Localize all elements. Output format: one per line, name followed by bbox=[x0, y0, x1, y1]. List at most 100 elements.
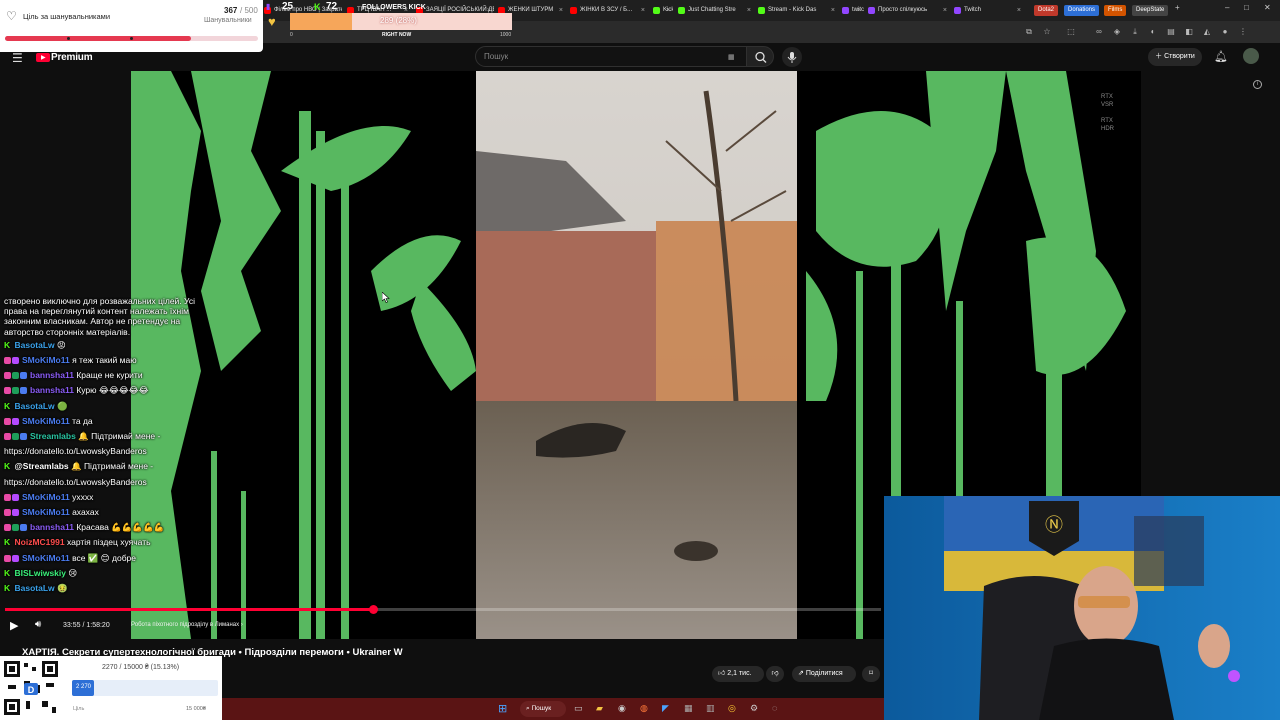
heart-hands-icon: ♡ bbox=[6, 9, 17, 23]
extension-icon-3[interactable]: ◐ bbox=[1148, 27, 1158, 37]
tab-close-icon[interactable]: × bbox=[943, 3, 947, 18]
menu-dots-icon[interactable]: ⋮ bbox=[1238, 27, 1248, 37]
chat-badge-icon bbox=[12, 493, 19, 501]
extension-icon-1[interactable]: ∞ bbox=[1094, 27, 1104, 37]
volume-icon[interactable]: 🔊︎ bbox=[35, 619, 41, 630]
close-icon[interactable]: ✕ bbox=[1264, 3, 1271, 12]
download-icon[interactable]: ⤓ bbox=[1130, 27, 1140, 37]
tab-close-icon[interactable]: × bbox=[831, 3, 835, 18]
search-icon: ⌕ bbox=[526, 705, 530, 712]
maximize-icon[interactable]: □ bbox=[1244, 3, 1249, 12]
chat-text: все ✅ 😊 добре bbox=[72, 552, 137, 563]
profile-icon[interactable]: ● bbox=[1220, 27, 1230, 37]
tab-favicon-icon bbox=[954, 7, 961, 14]
tab-group-chip[interactable]: Dota2 bbox=[1034, 5, 1059, 16]
tab-close-icon[interactable]: × bbox=[747, 3, 751, 18]
bookmark-star-icon[interactable]: ☆ bbox=[1042, 27, 1052, 37]
voice-search-button[interactable] bbox=[782, 47, 802, 67]
browser-tab[interactable]: Twitch × bbox=[952, 3, 1024, 18]
taskview-icon[interactable]: ▭ bbox=[574, 703, 583, 714]
extension-icon-5[interactable]: ◧ bbox=[1184, 27, 1194, 37]
chat-message: SMoKiMo11 я теж такий маю bbox=[4, 355, 137, 366]
browser-tab[interactable]: Kick × bbox=[651, 3, 673, 18]
tab-group-chip[interactable]: Films bbox=[1104, 5, 1127, 16]
taskbar-search[interactable]: ⌕ Пошук bbox=[520, 701, 566, 717]
chat-badge-icon bbox=[12, 433, 19, 440]
keyboard-icon[interactable]: ▦ bbox=[728, 53, 735, 61]
youtube-premium-logo[interactable]: Premium bbox=[51, 52, 93, 63]
chat-message: K BasotaLw 😡 bbox=[4, 340, 66, 351]
browser-tab[interactable]: Just Chatting Stre × bbox=[676, 3, 754, 18]
chat-message: SMoKiMo11 все ✅ 😊 добре bbox=[4, 553, 136, 564]
play-icon[interactable]: ▶ bbox=[10, 619, 18, 632]
start-icon[interactable]: ⊞ bbox=[498, 702, 507, 715]
create-button[interactable]: ＋ Створити bbox=[1148, 48, 1202, 66]
tab-close-icon[interactable]: × bbox=[559, 3, 563, 18]
extension-icon-2[interactable]: ◈ bbox=[1112, 27, 1122, 37]
install-icon[interactable]: ⧉ bbox=[1024, 27, 1034, 37]
file-explorer-icon[interactable]: ▰ bbox=[596, 703, 603, 714]
chapter-title[interactable]: Робота піхотного підрозділу в Лиманах › bbox=[131, 622, 243, 628]
tab-close-icon[interactable]: × bbox=[1017, 3, 1021, 18]
browser-tab[interactable]: ЖІНКИ В ЗСУ / Б... × bbox=[568, 3, 648, 18]
dislike-button[interactable]: 👎︎ bbox=[766, 666, 784, 682]
tab-label: ЖІНКИ В ЗСУ / Б... bbox=[580, 7, 633, 13]
kick-follower-count: 72 bbox=[326, 1, 338, 12]
extensions-icon[interactable]: ⬚ bbox=[1066, 27, 1076, 37]
chat-badge-icon bbox=[20, 372, 27, 380]
goal-tick-1 bbox=[67, 37, 70, 40]
tab-close-icon[interactable]: × bbox=[666, 3, 670, 18]
kick-badge-icon: K bbox=[4, 339, 13, 350]
goal-target: / 500 bbox=[240, 6, 258, 15]
windows-taskbar: ⊞ ⌕ Пошук ▭ ▰ ◉ ◍ ◤ ▦ ▥ ◎ ⚙ ◌ bbox=[222, 698, 884, 720]
chat-message: https://donatello.to/LwowskyBanderos bbox=[4, 446, 147, 457]
donation-qr-code: D bbox=[2, 659, 60, 717]
browser-tab[interactable]: Stream - Kick Das × bbox=[756, 3, 838, 18]
info-icon[interactable]: i bbox=[1253, 80, 1262, 89]
new-tab-button[interactable]: + bbox=[1175, 3, 1180, 12]
tab-group-chip[interactable]: DeepState bbox=[1132, 5, 1169, 16]
browser-tab[interactable]: Просто спілкуюсь × bbox=[866, 3, 950, 18]
avatar[interactable] bbox=[1243, 48, 1259, 64]
tab-favicon-icon bbox=[678, 7, 685, 14]
save-button[interactable]: ⌑ bbox=[862, 666, 880, 682]
firefox-icon[interactable]: ◍ bbox=[640, 703, 648, 714]
obs-icon[interactable]: ◌ bbox=[772, 703, 777, 713]
chat-text: хартія піздец хуячать bbox=[66, 537, 151, 548]
extension-icon-4[interactable]: ▤ bbox=[1166, 27, 1176, 37]
search-input[interactable]: Пошук bbox=[475, 46, 747, 67]
hamburger-menu-icon[interactable]: ☰ bbox=[12, 51, 23, 65]
minimize-icon[interactable]: – bbox=[1225, 3, 1229, 12]
telegram-icon[interactable]: ◤ bbox=[662, 703, 669, 714]
chat-disclaimer-line: авторство сторонніх матеріалів. bbox=[4, 326, 131, 337]
search-button[interactable] bbox=[746, 46, 774, 67]
chat-message: SMoKiMo11 ухххх bbox=[4, 492, 93, 503]
tab-group-chip[interactable]: Donations bbox=[1064, 5, 1100, 16]
tab-label: Stream - Kick Das bbox=[768, 7, 817, 13]
donation-max-label: 15 000₴ bbox=[186, 706, 206, 712]
tab-close-icon[interactable]: × bbox=[857, 3, 861, 18]
search-icon bbox=[755, 51, 767, 63]
chat-badge-icon bbox=[4, 387, 11, 395]
chat-message: K @Streamlabs 🔔 Підтримай мене - bbox=[4, 461, 153, 472]
tab-favicon-icon bbox=[758, 7, 765, 14]
chat-badge-icon bbox=[4, 433, 11, 440]
tab-close-icon[interactable]: × bbox=[641, 3, 645, 18]
video-scrubber-handle[interactable] bbox=[369, 605, 378, 614]
kick-followers-widget: ▮ 25 K 72 FOLLOWERS KICK ♥ 289 (28%) 0 R… bbox=[262, 0, 514, 40]
chat-text: Курю 😂😂😂😂😂 bbox=[76, 385, 149, 396]
chat-message: K NoizMC1991 хартія піздец хуячать bbox=[4, 537, 151, 548]
app-icon-1[interactable]: ◉ bbox=[618, 703, 626, 714]
chat-text: ухххх bbox=[72, 491, 94, 502]
browser-tab[interactable]: twitch× bbox=[840, 3, 864, 18]
chrome-icon[interactable]: ◎ bbox=[728, 703, 736, 714]
notifications-bell-icon[interactable]: 🔔︎ bbox=[1214, 50, 1228, 63]
steam-icon[interactable]: ⚙ bbox=[750, 703, 758, 714]
bookmark-icon: ⌑ bbox=[869, 670, 873, 677]
share-button[interactable]: ⇗ Поділитися bbox=[792, 666, 856, 682]
app-icon-3[interactable]: ▥ bbox=[706, 703, 715, 714]
tab-favicon-icon bbox=[868, 7, 875, 14]
like-button[interactable]: 👍︎ 2,1 тис. bbox=[712, 666, 764, 682]
extension-icon-6[interactable]: ◭ bbox=[1202, 27, 1212, 37]
app-icon-2[interactable]: ▦ bbox=[684, 703, 693, 714]
